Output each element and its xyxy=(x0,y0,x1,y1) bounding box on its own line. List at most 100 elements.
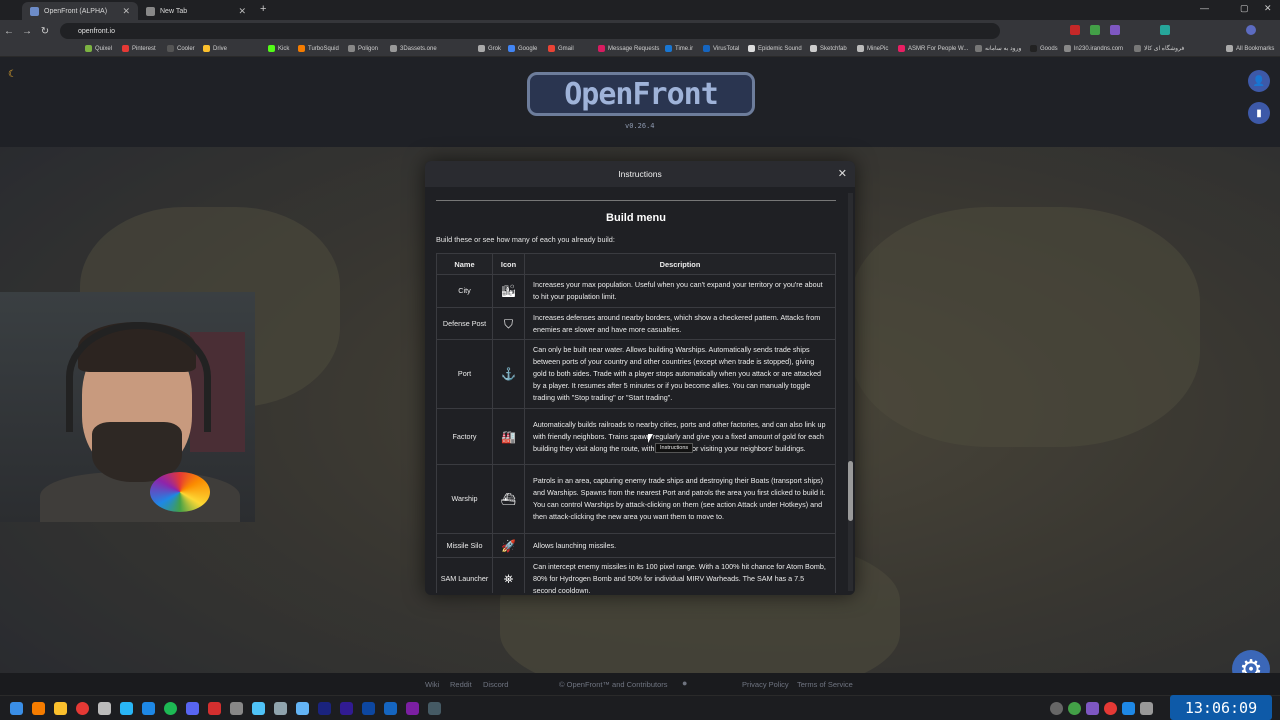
tab-openfront[interactable]: OpenFront (ALPHA) ✕ xyxy=(22,2,138,20)
discord-icon[interactable] xyxy=(186,702,199,715)
taskbar-app-icon[interactable] xyxy=(208,702,221,715)
taskbar-app-icon[interactable] xyxy=(428,702,441,715)
bookmark-item[interactable]: Gmail xyxy=(548,45,574,52)
tooltip: Instructions xyxy=(655,443,694,453)
building-description: Can intercept enemy missiles in its 100 … xyxy=(524,557,836,593)
bookmark-item[interactable]: Poligon xyxy=(348,45,378,52)
after-effects-icon[interactable] xyxy=(318,702,331,715)
bookmark-item[interactable]: Epidemic Sound xyxy=(748,45,802,52)
extension-icon[interactable] xyxy=(1090,25,1100,35)
taskbar-app-icon[interactable] xyxy=(296,702,309,715)
bookmark-item[interactable]: Kick xyxy=(268,45,289,52)
modal-scrollbar-thumb[interactable] xyxy=(848,461,853,521)
bookmark-item[interactable]: Cooler xyxy=(167,45,195,52)
windows-start-icon[interactable] xyxy=(10,702,23,715)
bookmark-item[interactable]: Message Requests xyxy=(598,45,659,52)
search-icon[interactable] xyxy=(32,702,45,715)
all-bookmarks-link[interactable]: All Bookmarks xyxy=(1226,45,1274,52)
extension-icon[interactable] xyxy=(1160,25,1170,35)
bookmark-item[interactable]: Drive xyxy=(203,45,227,52)
table-row: Missile Silo 🚀 Allows launching missiles… xyxy=(436,533,836,558)
telegram-icon[interactable] xyxy=(120,702,133,715)
tray-icon[interactable] xyxy=(1086,702,1099,715)
tray-icon[interactable] xyxy=(1122,702,1135,715)
spotify-icon[interactable] xyxy=(164,702,177,715)
file-explorer-icon[interactable] xyxy=(54,702,67,715)
profile-avatar[interactable] xyxy=(1246,25,1256,35)
building-description: Automatically builds railroads to nearby… xyxy=(524,408,836,465)
maximize-icon[interactable]: ▢ xyxy=(1240,3,1249,14)
minimize-icon[interactable]: — xyxy=(1200,3,1209,13)
building-description: Increases defenses around nearby borders… xyxy=(524,307,836,340)
bookmark-item[interactable]: Quixel xyxy=(85,45,112,52)
modal-scrollbar[interactable] xyxy=(848,193,853,591)
building-name: Factory xyxy=(436,408,493,465)
webcam-headphones xyxy=(66,322,211,432)
table-header-row: Name Icon Description xyxy=(436,253,836,275)
bookmark-item[interactable]: 3Dassets.one xyxy=(390,45,437,52)
taskbar-app-icon[interactable] xyxy=(406,702,419,715)
github-icon[interactable]: ● xyxy=(682,678,687,688)
building-description: Can only be built near water. Allows bui… xyxy=(524,339,836,409)
tray-icon[interactable] xyxy=(1104,702,1117,715)
tab-title: OpenFront (ALPHA) xyxy=(44,7,108,15)
close-icon[interactable]: ✕ xyxy=(838,167,847,180)
extension-icon[interactable] xyxy=(1110,25,1120,35)
bookmark-item[interactable]: ASMR For People W... xyxy=(898,45,968,52)
dark-mode-moon-icon[interactable]: ☾ xyxy=(8,69,17,80)
table-row: Defense Post ⛉ Increases defenses around… xyxy=(436,307,836,340)
building-description: Increases your max population. Useful wh… xyxy=(524,274,836,308)
privacy-policy-link[interactable]: Privacy Policy xyxy=(742,680,789,689)
close-tab-icon[interactable]: ✕ xyxy=(122,6,130,17)
missile-icon: 🚀 xyxy=(492,533,525,558)
wiki-link[interactable]: Wiki xyxy=(425,680,439,689)
taskbar-clock[interactable]: 13:06:09 xyxy=(1170,695,1272,720)
address-bar-input[interactable]: openfront.io xyxy=(60,23,1000,39)
new-tab-favicon-icon xyxy=(146,6,155,16)
tray-icon[interactable] xyxy=(1140,702,1153,715)
window-close-icon[interactable]: ✕ xyxy=(1264,3,1272,14)
bookmark-item[interactable]: Time.ir xyxy=(665,45,693,52)
bookmark-item[interactable]: Sketchfab xyxy=(810,45,847,52)
bookmark-item[interactable]: Grok xyxy=(478,45,501,52)
bookmark-item[interactable]: Google xyxy=(508,45,537,52)
taskbar-app-icon[interactable] xyxy=(252,702,265,715)
photoshop-icon[interactable] xyxy=(362,702,375,715)
discord-link[interactable]: Discord xyxy=(483,680,508,689)
blender-icon[interactable] xyxy=(384,702,397,715)
bookmark-item[interactable]: Pinterest xyxy=(122,45,156,52)
reload-icon[interactable]: ↻ xyxy=(36,26,54,37)
bookmark-item[interactable]: VirusTotal xyxy=(703,45,739,52)
mouse-cursor-icon xyxy=(648,434,653,443)
steam-icon[interactable] xyxy=(142,702,155,715)
section-title: Build menu xyxy=(606,212,666,224)
bookmark-item[interactable]: Goods xyxy=(1030,45,1058,52)
back-icon[interactable]: ← xyxy=(0,26,18,37)
modal-content[interactable]: Build menu Build these or see how many o… xyxy=(436,197,836,593)
tray-icon[interactable] xyxy=(1050,702,1063,715)
taskbar-app-icon[interactable] xyxy=(98,702,111,715)
tray-icon[interactable] xyxy=(1068,702,1081,715)
close-tab-icon[interactable]: ✕ xyxy=(238,6,246,17)
taskbar-app-icon[interactable] xyxy=(274,702,287,715)
account-icon[interactable]: 👤 xyxy=(1248,70,1270,92)
bookmark-item[interactable]: ورود به سامانه xyxy=(975,45,1021,52)
anchor-icon: ⚓ xyxy=(492,339,525,409)
taskbar-app-icon[interactable] xyxy=(230,702,243,715)
bookmark-item[interactable]: TurboSquid xyxy=(298,45,339,52)
game-page: ☾ OpenFront v0.26.4 👤 ▮ Instructions ✕ B… xyxy=(0,57,1280,695)
bookmark-item[interactable]: ln230.irandns.com xyxy=(1064,45,1123,52)
stats-icon[interactable]: ▮ xyxy=(1248,102,1270,124)
new-tab-plus-icon[interactable]: + xyxy=(260,3,266,15)
tab-new-tab[interactable]: New Tab ✕ xyxy=(138,2,254,20)
extension-icon[interactable] xyxy=(1070,25,1080,35)
section-intro: Build these or see how many of each you … xyxy=(436,235,615,244)
reddit-link[interactable]: Reddit xyxy=(450,680,472,689)
premiere-icon[interactable] xyxy=(340,702,353,715)
bookmark-item[interactable]: MinePic xyxy=(857,45,888,52)
forward-icon[interactable]: → xyxy=(18,26,36,37)
chrome-icon[interactable] xyxy=(76,702,89,715)
terms-of-service-link[interactable]: Terms of Service xyxy=(797,680,853,689)
building-name: Missile Silo xyxy=(436,533,493,558)
bookmark-item[interactable]: فروشگاه ای کالا xyxy=(1134,45,1184,52)
